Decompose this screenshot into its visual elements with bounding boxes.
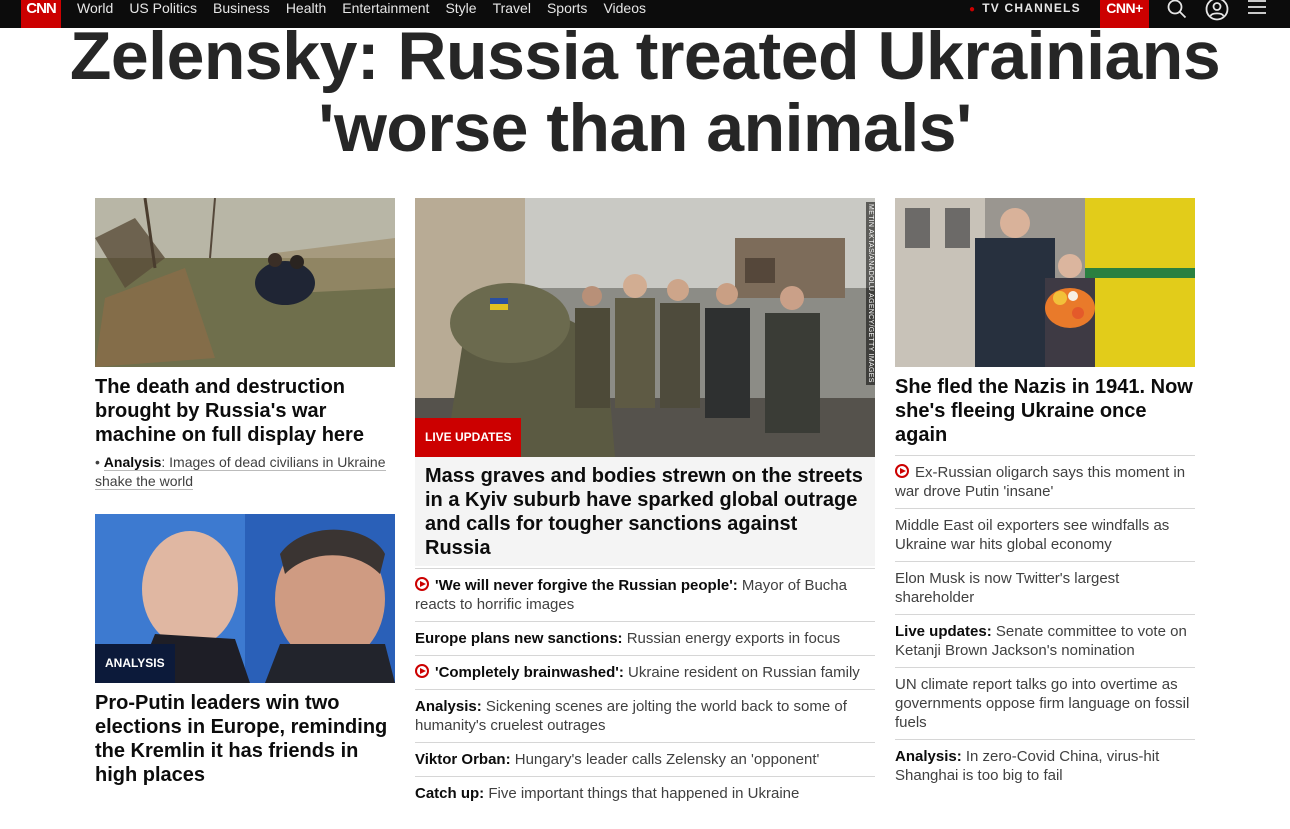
list-item[interactable]: Analysis: Sickening scenes are jolting t… (415, 690, 875, 743)
nav-link-videos[interactable]: Videos (603, 0, 646, 18)
right-column: She fled the Nazis in 1941. Now she's fl… (895, 198, 1195, 792)
live-dot-icon: ● (969, 4, 977, 15)
nav-link-health[interactable]: Health (286, 0, 326, 18)
list-item-bold: 'We will never forgive the Russian peopl… (435, 577, 738, 594)
list-item-bold: Catch up: (415, 785, 485, 802)
list-item-bold: Europe plans new sanctions: (415, 630, 623, 647)
play-icon (895, 464, 909, 478)
lead-story-title-box: Mass graves and bodies strewn on the str… (415, 457, 875, 566)
right-related-list: Ex-Russian oligarch says this moment in … (895, 455, 1195, 792)
story-title-fled-nazis[interactable]: She fled the Nazis in 1941. Now she's fl… (895, 375, 1195, 447)
story-image-fled-nazis[interactable] (895, 198, 1195, 367)
search-icon[interactable] (1166, 0, 1188, 20)
lead-story-image[interactable]: METIN AKTAS/ANADOLU AGENCY/GETTY IMAGES … (415, 198, 875, 457)
analysis-badge: ANALYSIS (95, 644, 175, 683)
list-item[interactable]: Viktor Orban: Hungary's leader calls Zel… (415, 743, 875, 777)
analysis-link-dead-civilians[interactable]: • Analysis: Images of dead civilians in … (95, 453, 395, 491)
tv-channels-link[interactable]: ● TV CHANNELS (969, 0, 1081, 18)
list-item[interactable]: Middle East oil exporters see windfalls … (895, 509, 1195, 562)
story-image-putin-orban[interactable]: ANALYSIS (95, 514, 395, 683)
list-item-text: Middle East oil exporters see windfalls … (895, 517, 1170, 553)
nav-links: World US Politics Business Health Entert… (77, 0, 662, 18)
tv-channels-label: TV CHANNELS (982, 1, 1081, 15)
bullet: • (95, 454, 104, 470)
nav-link-world[interactable]: World (77, 0, 113, 18)
lead-story-related-list: 'We will never forgive the Russian peopl… (415, 568, 875, 810)
story-destruction: The death and destruction brought by Rus… (95, 375, 395, 491)
list-item-text: Hungary's leader calls Zelensky an 'oppo… (510, 751, 820, 768)
list-item-text: UN climate report talks go into overtime… (895, 676, 1190, 731)
list-item-text: Five important things that happened in U… (484, 785, 800, 802)
list-item[interactable]: Analysis: In zero-Covid China, virus-hit… (895, 740, 1195, 792)
list-item[interactable]: 'We will never forgive the Russian peopl… (415, 569, 875, 622)
list-item-bold: Live updates: (895, 623, 992, 640)
live-updates-badge[interactable]: LIVE UPDATES (415, 418, 522, 457)
list-item-text: Russian energy exports in focus (622, 630, 841, 647)
story-title-destruction[interactable]: The death and destruction brought by Rus… (95, 375, 395, 447)
play-icon (415, 577, 429, 591)
list-item-text: Ukraine resident on Russian family (623, 664, 860, 681)
nav-link-style[interactable]: Style (445, 0, 476, 18)
left-column: The death and destruction brought by Rus… (95, 198, 395, 787)
story-title-pro-putin[interactable]: Pro-Putin leaders win two elections in E… (95, 691, 395, 787)
list-item-text: Ex-Russian oligarch says this moment in … (895, 464, 1186, 500)
list-item[interactable]: 'Completely brainwashed': Ukraine reside… (415, 656, 875, 690)
list-item[interactable]: Live updates: Senate committee to vote o… (895, 615, 1195, 668)
play-icon (415, 664, 429, 678)
list-item-text: Elon Musk is now Twitter's largest share… (895, 570, 1120, 606)
list-item[interactable]: Europe plans new sanctions: Russian ener… (415, 622, 875, 656)
nav-link-entertainment[interactable]: Entertainment (342, 0, 429, 18)
list-item-bold: 'Completely brainwashed': (435, 664, 624, 681)
list-item-bold: Viktor Orban: (415, 751, 511, 768)
lead-story-title[interactable]: Mass graves and bodies strewn on the str… (425, 464, 865, 560)
main-headline[interactable]: Zelensky: Russia treated Ukrainians 'wor… (60, 20, 1230, 164)
nav-link-sports[interactable]: Sports (547, 0, 587, 18)
nav-link-business[interactable]: Business (213, 0, 270, 18)
list-item[interactable]: Catch up: Five important things that hap… (415, 777, 875, 810)
nav-link-travel[interactable]: Travel (493, 0, 531, 18)
list-item[interactable]: Elon Musk is now Twitter's largest share… (895, 562, 1195, 615)
analysis-label: Analysis (103, 454, 162, 470)
list-item[interactable]: Ex-Russian oligarch says this moment in … (895, 456, 1195, 509)
menu-icon[interactable] (1246, 0, 1268, 20)
list-item-bold: Analysis: (415, 698, 482, 715)
cnn-logo[interactable]: CNN (21, 0, 61, 28)
middle-column: METIN AKTAS/ANADOLU AGENCY/GETTY IMAGES … (415, 198, 875, 810)
list-item[interactable]: UN climate report talks go into overtime… (895, 668, 1195, 740)
nav-link-us-politics[interactable]: US Politics (129, 0, 197, 18)
list-item-bold: Analysis: (895, 748, 962, 765)
story-image-destruction[interactable] (95, 198, 395, 367)
photo-credit: METIN AKTAS/ANADOLU AGENCY/GETTY IMAGES (866, 202, 875, 385)
